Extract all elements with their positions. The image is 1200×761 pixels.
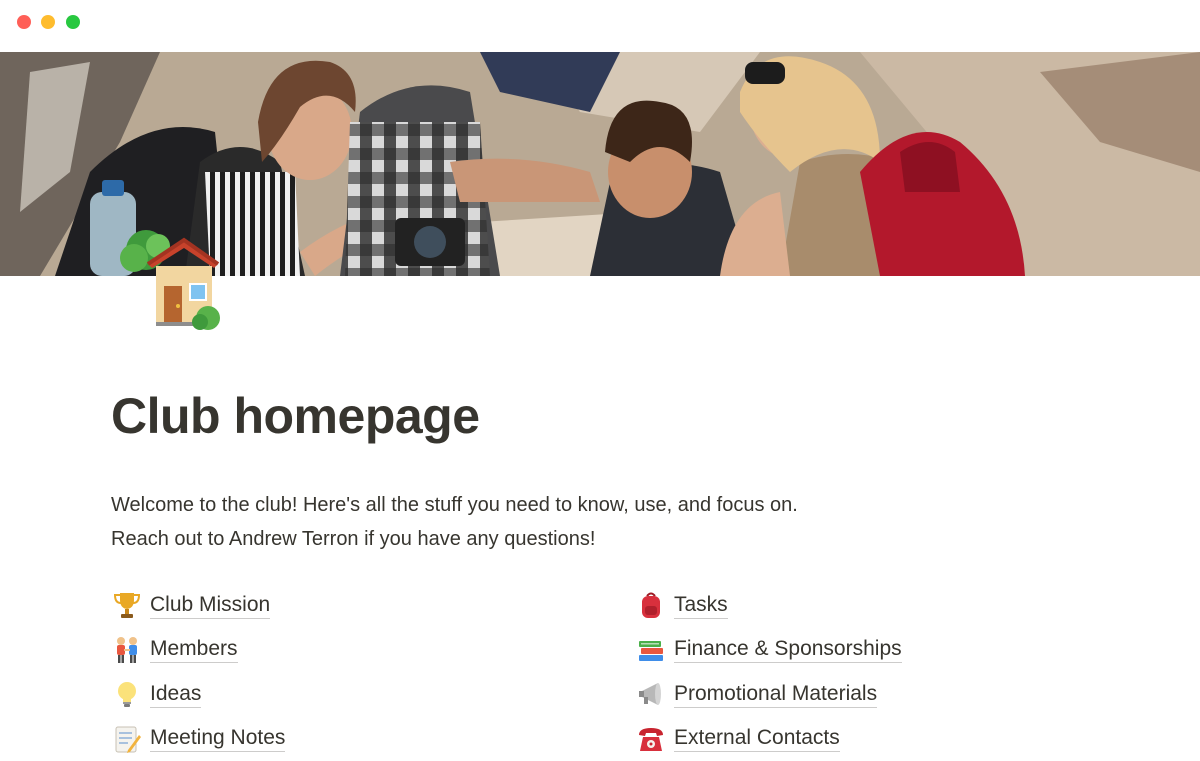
close-window-button[interactable] <box>17 15 31 29</box>
books-icon <box>636 635 666 665</box>
link-tasks[interactable]: Tasks <box>636 583 1056 628</box>
link-label[interactable]: Finance & Sponsorships <box>674 636 902 663</box>
window-titlebar <box>0 0 1200 52</box>
link-promotional-materials[interactable]: Promotional Materials <box>636 672 1056 717</box>
links-right-column: Tasks Finance & Sponsorships Promotional… <box>636 583 1056 761</box>
intro-line-2: Reach out to Andrew Terron if you have a… <box>111 522 798 556</box>
link-label[interactable]: Members <box>150 636 238 663</box>
link-club-mission[interactable]: Club Mission <box>112 583 532 628</box>
zoom-window-button[interactable] <box>66 15 80 29</box>
telephone-icon <box>636 724 666 754</box>
memo-icon <box>112 724 142 754</box>
link-finance-sponsorships[interactable]: Finance & Sponsorships <box>636 628 1056 673</box>
link-external-contacts[interactable]: External Contacts <box>636 717 1056 761</box>
link-label[interactable]: Club Mission <box>150 592 270 619</box>
intro-text: Welcome to the club! Here's all the stuf… <box>111 488 798 556</box>
house-with-garden-icon[interactable] <box>112 228 222 332</box>
link-label[interactable]: Promotional Materials <box>674 681 877 708</box>
intro-line-1: Welcome to the club! Here's all the stuf… <box>111 488 798 522</box>
people-holding-hands-icon <box>112 635 142 665</box>
links-left-column: Club Mission Members <box>112 583 532 761</box>
link-label[interactable]: Ideas <box>150 681 201 708</box>
link-meeting-notes[interactable]: Meeting Notes <box>112 717 532 761</box>
link-ideas[interactable]: Ideas <box>112 672 532 717</box>
trophy-icon <box>112 590 142 620</box>
link-members[interactable]: Members <box>112 628 532 673</box>
link-label[interactable]: External Contacts <box>674 725 840 752</box>
page-title[interactable]: Club homepage <box>111 384 480 448</box>
minimize-window-button[interactable] <box>41 15 55 29</box>
megaphone-icon <box>636 679 666 709</box>
backpack-icon <box>636 590 666 620</box>
light-bulb-icon <box>112 679 142 709</box>
link-label[interactable]: Tasks <box>674 592 728 619</box>
link-label[interactable]: Meeting Notes <box>150 725 285 752</box>
